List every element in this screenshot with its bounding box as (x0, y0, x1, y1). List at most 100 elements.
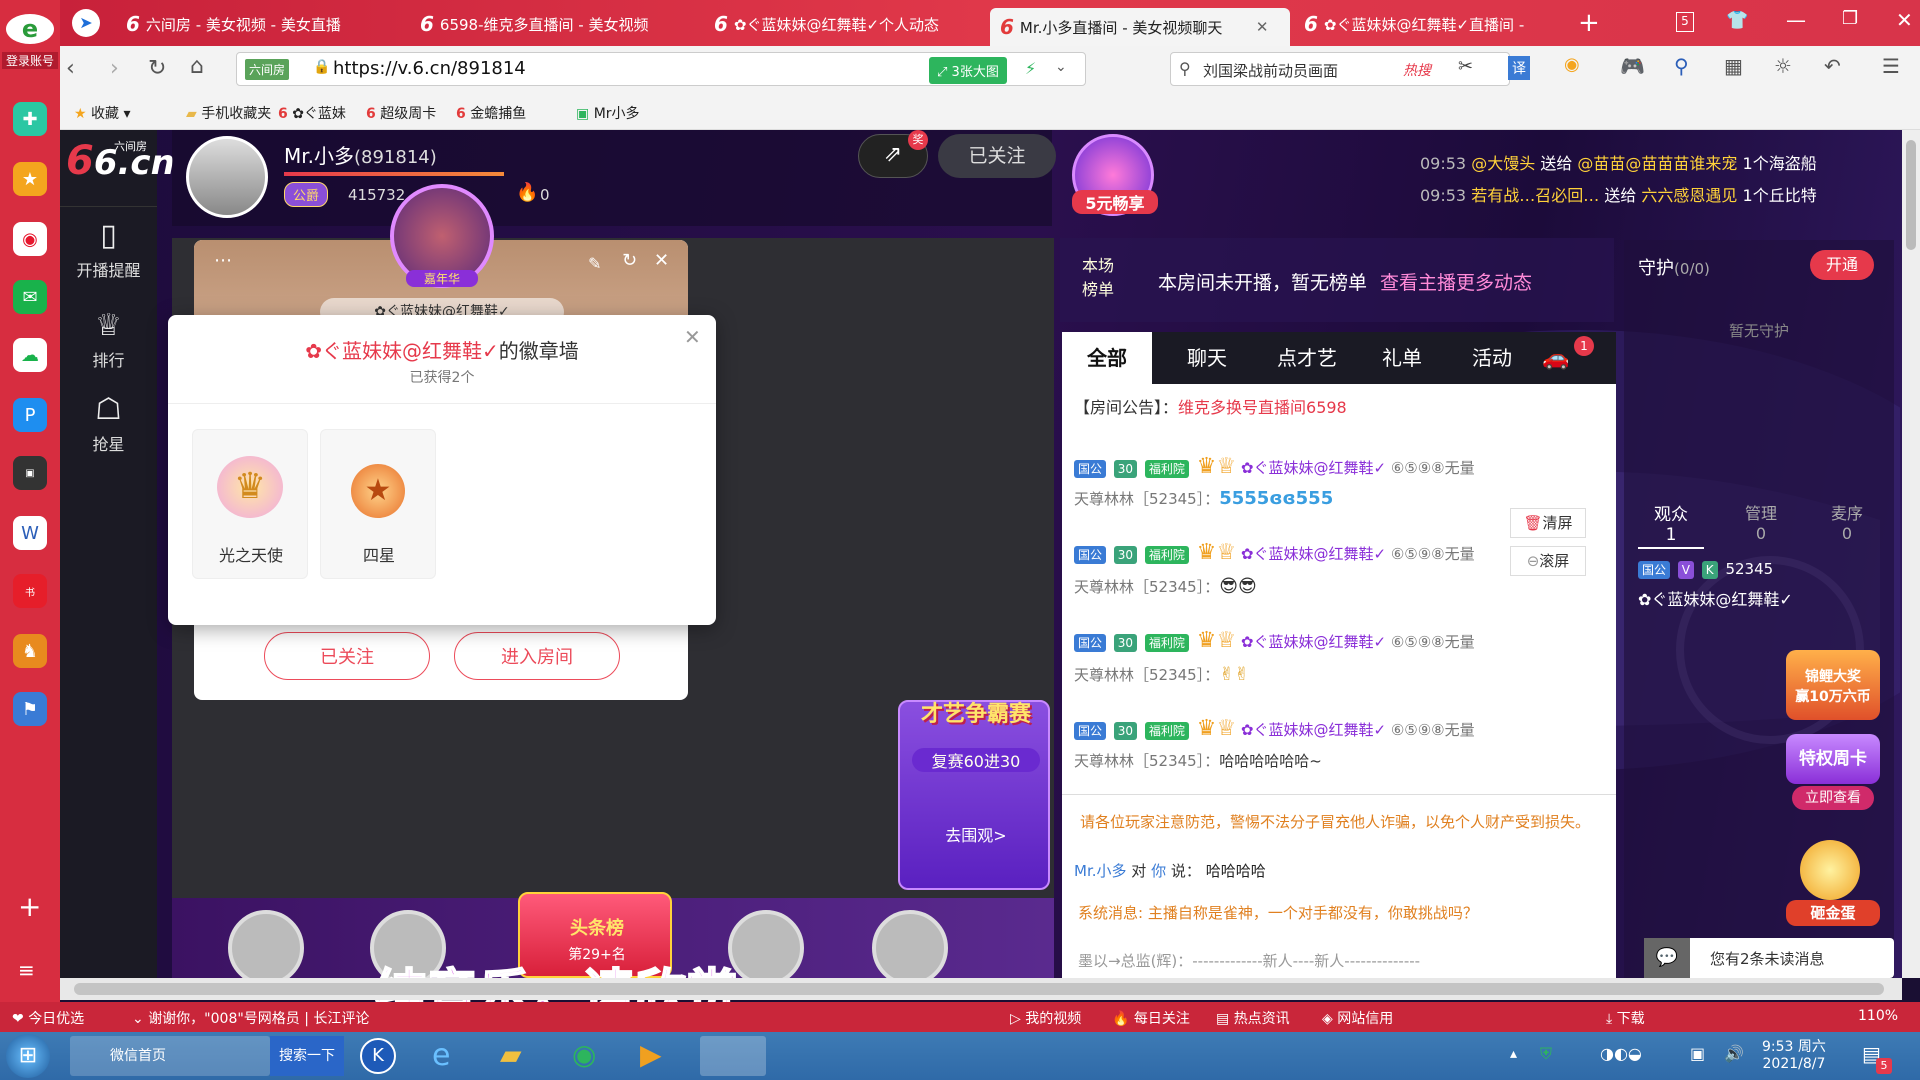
chat-username[interactable]: ✿ぐ蓝妹妹@红舞鞋✓ (1241, 721, 1386, 739)
host-name[interactable]: Mr.小多(891814) (284, 140, 437, 169)
gamepad-icon[interactable]: 🎮 (1620, 54, 1645, 78)
bookmark-5[interactable]: 6 金蟾捕鱼 (456, 103, 526, 123)
clear-screen-button[interactable]: 🗑清屏 (1510, 508, 1586, 538)
undo-icon[interactable]: ↶ (1824, 54, 1841, 78)
search-once-button[interactable]: 搜索一下 (270, 1036, 344, 1076)
bookmark-favorites[interactable]: ★ 收藏 ▾ (74, 103, 131, 123)
restore-icon[interactable]: ❐ (1842, 8, 1858, 29)
chevron-down-icon[interactable]: ⌄ (1055, 59, 1067, 75)
site-credit-link[interactable]: ◈ 网站信用 (1322, 1008, 1393, 1028)
more-icon[interactable]: ⋯ (214, 250, 232, 271)
golden-egg-icon[interactable] (1800, 840, 1860, 900)
enter-room-button[interactable]: 进入房间 (454, 632, 620, 680)
apps-grid-icon[interactable]: ▦ (1724, 54, 1743, 78)
unread-messages-bar[interactable]: 💬 您有2条未读消息 (1644, 938, 1894, 978)
page-scrollbar[interactable] (1902, 130, 1920, 978)
seat-avatar-1[interactable] (228, 910, 304, 986)
view-now-button[interactable]: 立即查看 (1792, 786, 1874, 810)
minimize-icon[interactable]: — (1786, 8, 1806, 32)
ticker-to[interactable]: @苗苗@苗苗苗谁来宠 (1577, 154, 1737, 173)
active-app-task[interactable] (700, 1036, 766, 1076)
start-button-icon[interactable]: ⊞ (6, 1034, 50, 1078)
tab-talent[interactable]: 点才艺 (1252, 332, 1362, 384)
bookmark-4[interactable]: 6 超级周卡 (366, 103, 436, 123)
scissors-icon[interactable]: ✂ (1458, 56, 1473, 77)
tab-admin[interactable]: 管理 0 (1728, 500, 1794, 543)
smash-egg-button[interactable]: 砸金蛋 (1786, 900, 1880, 926)
tab-4-active[interactable]: 6 Mr.小多直播间 - 美女视频聊天 ✕ (990, 8, 1290, 46)
profile-close-icon[interactable]: ✕ (654, 250, 669, 271)
menu-icon[interactable]: ☰ (1882, 54, 1900, 78)
talent-watch-link[interactable]: 去围观> (900, 822, 1052, 846)
tray-shield-icon[interactable]: ⛨ (1540, 1044, 1552, 1064)
badge-card-angel[interactable]: ♛ 光之天使 (192, 429, 308, 579)
tab-2[interactable]: 6 6598-维克多直播间 - 美女视频 (410, 6, 700, 42)
profile-follow-button[interactable]: 已关注 (264, 632, 430, 680)
player-icon[interactable]: ▶ (640, 1038, 662, 1071)
magnifier-icon[interactable]: ⚲ (1674, 54, 1689, 78)
chat-sender[interactable]: 天尊林林［52345］： (1074, 490, 1219, 508)
close-tab-icon[interactable]: ✕ (1256, 18, 1269, 36)
ie-task[interactable]: 微信首页 (70, 1036, 270, 1076)
rank-tab[interactable]: 本场 榜单 (1078, 252, 1118, 300)
sidebar-weibo-icon[interactable]: ◉ (13, 222, 47, 256)
ticker-from[interactable]: 若有战…召必回… (1471, 186, 1599, 205)
sidebar-star-icon[interactable]: ★ (13, 162, 47, 196)
sidebar-p-icon[interactable]: P (13, 398, 47, 432)
zoom-level[interactable]: 110% (1858, 1008, 1898, 1024)
bookmark-6[interactable]: ▣ Mr小多 (576, 103, 640, 123)
nav-grab-star[interactable]: ☖ 抢星 (60, 392, 157, 455)
talent-contest-widget[interactable]: 才艺争霸赛 复赛60进30 去围观> (898, 700, 1050, 890)
scroll-screen-button[interactable]: ⊖滚屏 (1510, 546, 1586, 576)
refresh-icon[interactable]: ↻ (622, 250, 637, 271)
tab-activity[interactable]: 活动 (1452, 332, 1532, 384)
translate-button[interactable]: 译 (1508, 56, 1530, 80)
sidebar-game-icon[interactable]: ▣ (13, 456, 47, 490)
my-video-link[interactable]: ▷ 我的视频 (1010, 1008, 1081, 1028)
sidebar-game3-icon[interactable]: ⚑ (13, 692, 47, 726)
folder-icon[interactable]: ▰ (500, 1038, 522, 1071)
url-field[interactable]: 六间房 🔒 https://v.6.cn/891814 ⤢ 3张大图 ⚡ ⌄ (236, 52, 1086, 86)
nav-live-reminder[interactable]: ▯ 开播提醒 (60, 218, 157, 281)
ticker-to[interactable]: 六六感恩遇见 (1641, 186, 1737, 205)
forward-icon[interactable]: › (110, 56, 119, 81)
chat-username[interactable]: ✿ぐ蓝妹妹@红舞鞋✓ (1241, 633, 1386, 651)
back-icon[interactable]: ‹ (66, 56, 75, 81)
host-follow-button[interactable]: 已关注 (938, 134, 1056, 178)
ticker-from[interactable]: @大馒头 (1471, 154, 1535, 173)
seat-avatar-4[interactable] (872, 910, 948, 986)
coin-icon[interactable]: ◉ (1564, 54, 1580, 75)
news-ticker[interactable]: ⌄ 谢谢你，"008"号网格员 | 长江评论 (132, 1008, 369, 1028)
sidebar-redbook-icon[interactable]: 书 (13, 574, 47, 608)
k-app-icon[interactable]: K (360, 1038, 396, 1074)
chat-sender[interactable]: 天尊林林［52345］： (1074, 752, 1219, 770)
pm-from[interactable]: Mr.小多 (1074, 862, 1127, 880)
rank-more-link[interactable]: 查看主播更多动态 (1380, 268, 1532, 295)
brightness-icon[interactable]: ☼ (1774, 54, 1792, 78)
sidebar-word-icon[interactable]: W (13, 516, 47, 550)
close-window-icon[interactable]: ✕ (1896, 8, 1913, 32)
tab-all[interactable]: 全部 (1062, 332, 1152, 384)
login-account-link[interactable]: 登录账号 (2, 52, 58, 69)
tray-network-icon[interactable]: ▣ (1690, 1044, 1705, 1063)
promo-5yuan-label[interactable]: 5元畅享 (1072, 190, 1158, 214)
hot-news-link[interactable]: ▤ 热点资讯 (1216, 1008, 1290, 1028)
sidebar-add-icon[interactable]: + (18, 890, 41, 923)
scrollbar-thumb[interactable] (1906, 140, 1916, 250)
weekly-card-promo[interactable]: 特权周卡 (1786, 734, 1880, 784)
tab-1[interactable]: 6 六间房 - 美女视频 - 美女直播 (116, 6, 406, 42)
chat-username[interactable]: ✿ぐ蓝妹妹@红舞鞋✓ (1241, 459, 1386, 477)
h-scrollbar-thumb[interactable] (74, 983, 1884, 995)
ie-icon[interactable]: e (432, 1038, 450, 1073)
new-tab-icon[interactable]: + (1578, 8, 1600, 38)
navigate-icon[interactable]: ➤ (72, 9, 100, 37)
guard-open-button[interactable]: 开通 (1810, 250, 1874, 280)
lightning-icon[interactable]: ⚡ (1025, 59, 1036, 78)
sidebar-mail-icon[interactable]: ✉ (13, 280, 47, 314)
nav-ranking[interactable]: ♕ 排行 (60, 308, 157, 371)
home-icon[interactable]: ⌂ (190, 54, 204, 79)
browser-icon[interactable]: ◉ (572, 1038, 596, 1071)
sidebar-app-icon-1[interactable]: ✚ (13, 102, 47, 136)
clock[interactable]: 9:53 周六 2021/8/7 (1762, 1036, 1826, 1072)
sidebar-cloud-icon[interactable]: ☁ (13, 338, 47, 372)
